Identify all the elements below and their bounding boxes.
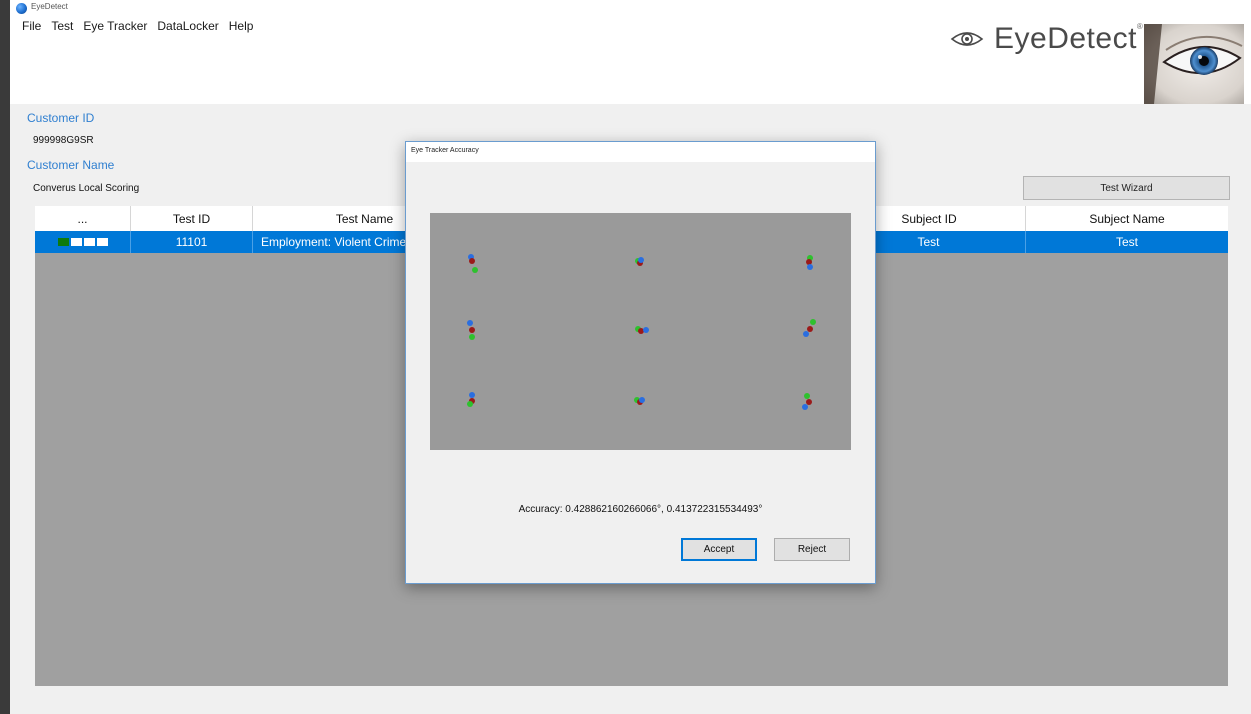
progress-segment (70, 238, 82, 246)
column-header-status[interactable]: ... (35, 206, 131, 231)
row-subject-name: Test (1115, 235, 1138, 249)
customer-id-value: 999998G9SR (33, 135, 94, 146)
target-point-red (469, 258, 475, 264)
title-bar: EyeDetect (10, 0, 1251, 16)
eye-tracker-accuracy-dialog: Eye Tracker Accuracy Accuracy: 0.4288621… (405, 141, 876, 584)
reject-button[interactable]: Reject (774, 538, 850, 561)
test-wizard-button[interactable]: Test Wizard (1023, 176, 1230, 200)
calibration-area (430, 213, 851, 450)
target-point-red (469, 327, 475, 333)
gaze-point-green (469, 334, 475, 340)
dialog-title: Eye Tracker Accuracy (411, 147, 479, 154)
gaze-point-blue (639, 397, 645, 403)
menu-help[interactable]: Help (224, 17, 259, 35)
column-header-subject-name[interactable]: Subject Name (1026, 206, 1228, 231)
menu-file[interactable]: File (17, 17, 46, 35)
progress-segment (96, 238, 108, 246)
brand-name-text: EyeDetect (994, 22, 1137, 55)
customer-name-label: Customer Name (27, 158, 115, 172)
gaze-point-blue (802, 404, 808, 410)
gaze-point-blue (807, 264, 813, 270)
window-left-edge (0, 0, 10, 714)
progress-segment (83, 238, 95, 246)
gaze-point-green (467, 401, 473, 407)
progress-indicator (57, 238, 108, 246)
menu-eye-tracker[interactable]: Eye Tracker (78, 17, 152, 35)
gaze-point-blue (803, 331, 809, 337)
menu-bar: File Test Eye Tracker DataLocker Help (17, 17, 258, 35)
gaze-point-green (472, 267, 478, 273)
brand-name: EyeDetect® (994, 22, 1143, 56)
progress-segment (57, 238, 69, 246)
accuracy-readout: Accuracy: 0.428862160266066°, 0.41372231… (518, 504, 763, 515)
app-logo-icon (16, 3, 27, 14)
column-header-test-id[interactable]: Test ID (131, 206, 253, 231)
dialog-title-bar[interactable]: Eye Tracker Accuracy (406, 142, 875, 162)
menu-datalocker[interactable]: DataLocker (152, 17, 223, 35)
gaze-point-blue (638, 257, 644, 263)
window-title: EyeDetect (31, 2, 68, 11)
customer-name-value: Converus Local Scoring (33, 183, 140, 194)
customer-id-label: Customer ID (27, 111, 95, 125)
brand-reg: ® (1136, 22, 1144, 31)
row-test-id: 11101 (131, 231, 253, 253)
eye-photo-image (1144, 24, 1244, 104)
gaze-point-blue (467, 320, 473, 326)
eye-logo-icon (950, 32, 984, 46)
row-progress-cell (35, 231, 131, 253)
gaze-point-green (810, 319, 816, 325)
gaze-point-blue (643, 327, 649, 333)
brand-logo: EyeDetect® (950, 22, 1143, 56)
accept-button[interactable]: Accept (681, 538, 757, 561)
menu-test[interactable]: Test (46, 17, 78, 35)
